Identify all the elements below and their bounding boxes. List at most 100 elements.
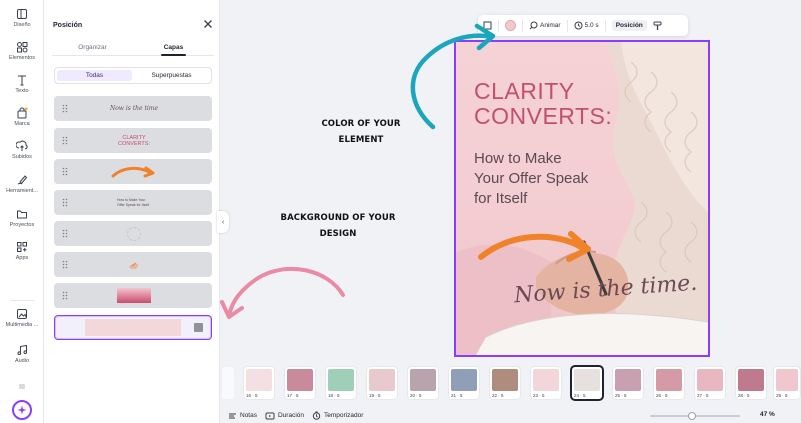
annotation-line: COLOR OF YOUR <box>321 119 401 129</box>
rail-label: Marca <box>14 121 30 127</box>
page-thumbnail[interactable]: 19 · 5 <box>367 367 397 399</box>
page-thumbnail-label: 27 · 5 <box>697 393 709 398</box>
rail-label: Herramient... <box>6 188 38 194</box>
layer-row[interactable]: How to Make Your Offer Speak for Itself <box>54 190 212 215</box>
page-filmstrip: 16 · 5 17 · 5 18 · 5 19 · 5 20 · 5 21 · … <box>222 362 801 404</box>
zoom-slider[interactable] <box>650 412 740 420</box>
rail-item-projects[interactable]: Proyectos <box>0 208 44 228</box>
drag-handle-icon[interactable] <box>62 104 68 113</box>
duration-label: 5.0 s <box>584 22 599 29</box>
orange-arrow-icon <box>111 166 155 177</box>
paint-format-button[interactable] <box>653 21 662 31</box>
page-thumbnail-label: 25 · 5 <box>615 393 627 398</box>
layer-filter: Todas Superpuestas <box>54 67 212 84</box>
layer-thumbnail: How to Make Your Offer Speak for Itself <box>94 192 174 213</box>
background-color-preview <box>85 319 181 336</box>
tab-organize[interactable]: Organizar <box>52 40 133 55</box>
rail-item-audio[interactable]: Audio <box>0 344 44 364</box>
zoom-slider-handle[interactable] <box>688 412 697 420</box>
filter-all[interactable]: Todas <box>57 70 132 81</box>
close-icon[interactable] <box>202 18 214 30</box>
layer-row[interactable] <box>54 283 212 308</box>
collapse-panel-button[interactable]: ‹ <box>217 211 229 233</box>
timer-button[interactable]: Temporizador <box>312 411 363 420</box>
magic-assistant-button[interactable] <box>12 400 32 420</box>
position-button[interactable]: Posición <box>611 20 647 31</box>
text-icon <box>18 75 26 86</box>
page-thumbnail-label: 26 · 5 <box>656 393 668 398</box>
annotation-background-color: BACKGROUND OF YOUR DESIGN <box>250 210 426 242</box>
rail-item-apps[interactable]: Apps <box>0 241 44 261</box>
rail-item-brand[interactable]: Marca <box>0 107 44 127</box>
upload-icon <box>16 140 28 151</box>
animate-icon <box>529 21 538 30</box>
annotation-line: ELEMENT <box>338 135 384 145</box>
page-thumbnail[interactable]: 27 · 5 <box>695 367 725 399</box>
panel-tabs: Organizar Capas <box>52 40 214 56</box>
page-thumbnail-label: 23 · 5 <box>533 393 545 398</box>
page-thumbnail[interactable]: 22 · 5 <box>490 367 520 399</box>
page-thumbnail[interactable]: 26 · 5 <box>654 367 684 399</box>
color-swatch-button[interactable] <box>505 20 516 31</box>
sparkle-icon <box>17 405 27 415</box>
page-thumbnail[interactable]: 28 · 5 <box>736 367 766 399</box>
rail-label: Elementos <box>9 55 35 61</box>
drag-handle-icon[interactable] <box>62 198 68 207</box>
apps-icon <box>17 242 27 252</box>
page-thumbnail-label: 19 · 5 <box>369 393 381 398</box>
layer-lock-stub[interactable] <box>194 323 203 332</box>
duration-toggle-label: Duración <box>277 412 304 419</box>
drag-handle-icon[interactable] <box>62 291 68 300</box>
layer-row[interactable]: Now is the time <box>54 96 212 121</box>
clock-icon <box>574 21 583 30</box>
page-thumbnail[interactable]: 25 · 5 <box>613 367 643 399</box>
layer-thumbnail <box>94 161 174 182</box>
filter-overlapping[interactable]: Superpuestas <box>134 70 209 81</box>
subhead-line-2: Your Offer Speak <box>474 170 589 187</box>
page-thumbnail[interactable]: 29 · 5 <box>774 367 800 399</box>
layer-row-background-selected[interactable] <box>54 315 212 340</box>
design-subheadline[interactable]: How to Make Your Offer Speak for Itself <box>474 149 664 209</box>
layer-row[interactable] <box>54 159 212 184</box>
color-swatch <box>505 20 516 31</box>
page-thumbnail[interactable]: 21 · 5 <box>449 367 479 399</box>
animate-button[interactable]: Animar <box>529 21 561 30</box>
annotation-line: BACKGROUND OF YOUR <box>280 213 396 223</box>
duration-toggle-button[interactable]: Duración <box>265 412 304 420</box>
page-thumbnail[interactable]: 23 · 5 <box>531 367 561 399</box>
annotation-line: DESIGN <box>319 229 357 239</box>
bottom-bar: Notas Duración Temporizador 47 % <box>222 408 801 423</box>
rail-item-text[interactable]: Texto <box>0 74 44 94</box>
rail-label: Apps <box>15 255 29 261</box>
layer-row[interactable] <box>54 252 212 277</box>
drag-handle-icon[interactable] <box>62 167 68 176</box>
timer-icon <box>312 411 321 420</box>
page-thumbnail[interactable]: 16 · 5 <box>244 367 274 399</box>
zoom-value[interactable]: 47 % <box>760 411 775 418</box>
page-thumbnail-current[interactable]: 24 · 5 <box>570 365 604 401</box>
position-panel: Posición Organizar Capas Todas Superpues… <box>44 0 220 423</box>
drag-handle-icon[interactable] <box>62 229 68 238</box>
layer-row[interactable]: CLARITY CONVERTS: <box>54 128 212 153</box>
drag-handle-icon[interactable] <box>62 136 68 145</box>
toolbar-divider <box>604 19 606 32</box>
brand-icon <box>17 107 28 119</box>
rail-label: Audio <box>14 358 30 364</box>
page-thumbnail[interactable]: 17 · 5 <box>285 367 315 399</box>
rail-item-media[interactable]: Multimedia ... <box>0 308 44 328</box>
page-thumbnail-label: 22 · 5 <box>492 393 504 398</box>
duration-button[interactable]: 5.0 s <box>574 21 599 30</box>
drag-handle-icon[interactable] <box>62 260 68 269</box>
rail-item-elements[interactable]: Elementos <box>0 41 44 61</box>
rail-item-uploads[interactable]: Subidos <box>0 140 44 160</box>
tab-layers[interactable]: Capas <box>133 40 214 56</box>
page-thumbnail[interactable]: 20 · 5 <box>408 367 438 399</box>
layer-row[interactable] <box>54 221 212 246</box>
blank-shape-preview <box>127 226 141 241</box>
rail-item-design[interactable]: Diseño <box>0 8 44 28</box>
page-thumbnail-label: 24 · 5 <box>574 393 586 398</box>
notes-button[interactable]: Notas <box>228 412 257 420</box>
page-thumbnail[interactable]: 18 · 5 <box>326 367 356 399</box>
rail-item-tools[interactable]: Herramient... <box>0 174 44 194</box>
layer-thumbnail: Now is the time <box>94 98 174 119</box>
